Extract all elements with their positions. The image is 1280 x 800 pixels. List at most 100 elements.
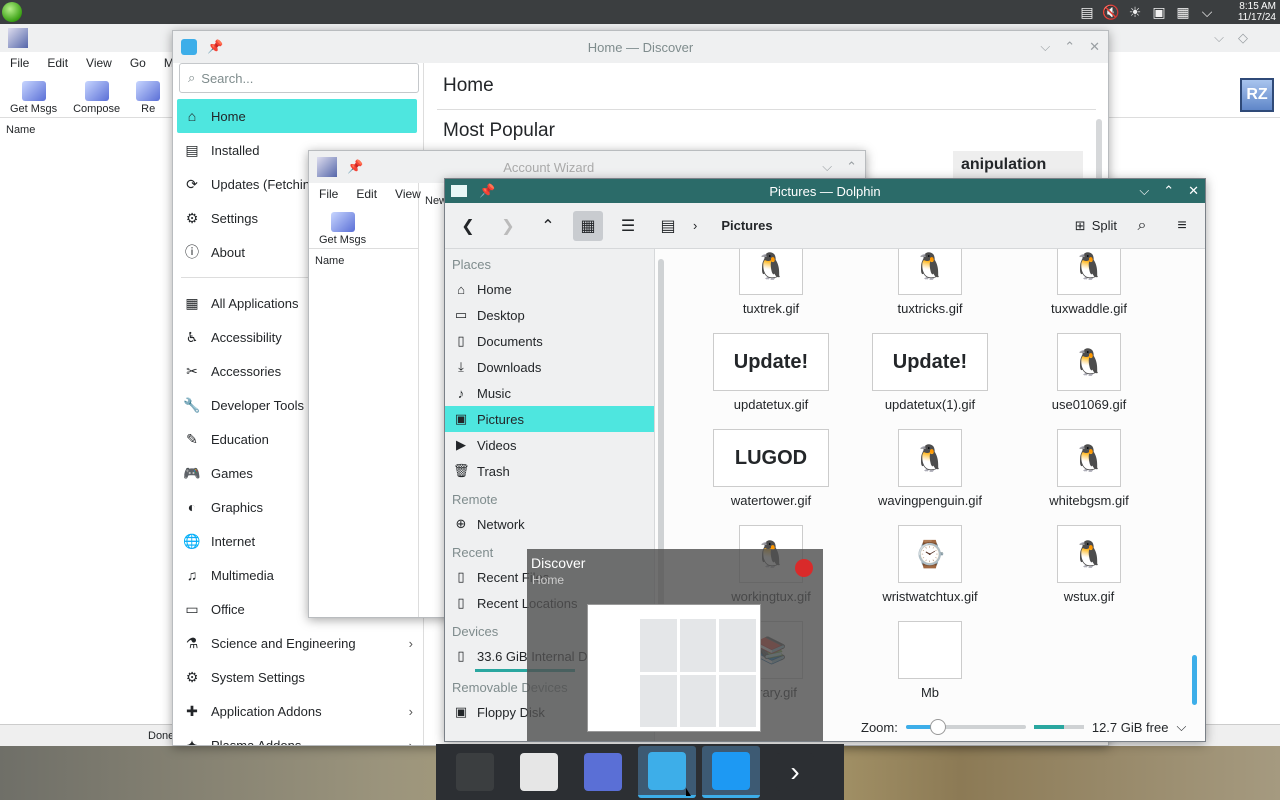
mouse-cursor <box>686 788 691 796</box>
search-button[interactable]: ⌕ <box>1127 211 1157 241</box>
dolphin-task[interactable] <box>702 746 760 798</box>
system-settings-task[interactable] <box>446 746 504 798</box>
file-name: use01069.gif <box>1051 397 1127 412</box>
graphics-icon: ◐ <box>187 499 197 515</box>
dolphin-titlebar[interactable]: 📌 Pictures — Dolphin ⌵ ⌃ ✕ <box>445 179 1205 203</box>
pin-icon[interactable]: 📌 <box>207 39 223 55</box>
icons-view-button[interactable]: ▦ <box>573 210 603 241</box>
place-music[interactable]: ♪ Music <box>445 380 654 406</box>
back-button[interactable]: ❮ <box>453 211 483 241</box>
up-button[interactable]: ⌃ <box>533 211 563 241</box>
folder-column-header[interactable]: Name <box>309 249 418 273</box>
seamonkey-mail-task[interactable] <box>574 746 632 798</box>
split-button[interactable]: ⊞ Split <box>1075 218 1117 234</box>
menu-view[interactable]: View <box>86 56 112 70</box>
seamonkey-mail-icon <box>584 753 622 791</box>
file-name: updatetux(1).gif <box>884 397 976 412</box>
expand-tray-icon[interactable]: ⌵ <box>1198 3 1216 21</box>
maximize-button[interactable]: ⌃ <box>1064 39 1075 55</box>
get-msgs-button[interactable]: Get Msgs <box>319 212 366 246</box>
minimize-button[interactable]: ⌵ <box>1214 30 1224 46</box>
file-item[interactable]: 🐧 wstux.gif <box>1009 525 1169 604</box>
place-pictures[interactable]: ▣ Pictures <box>445 406 654 432</box>
maximize-button[interactable]: ⌃ <box>846 159 857 175</box>
maximize-button[interactable]: ◇ <box>1238 30 1248 46</box>
file-item[interactable]: 🐧 tuxtrek.gif <box>691 249 851 316</box>
get-mail-icon <box>21 81 46 101</box>
mail2-left-pane: File Edit View Get Msgs Name <box>309 183 421 617</box>
details-view-button[interactable]: ▤ <box>653 211 683 241</box>
close-button[interactable]: ✕ <box>1089 39 1100 55</box>
file-item[interactable]: Mb <box>850 621 1010 700</box>
file-item[interactable]: 🐧 tuxwaddle.gif <box>1009 249 1169 316</box>
get-msgs-button[interactable]: Get Msgs <box>10 81 57 115</box>
mail2-menubar: File Edit View <box>309 183 421 205</box>
file-item[interactable]: 🐧 tuxtricks.gif <box>850 249 1010 316</box>
application-launcher-icon[interactable] <box>2 2 22 22</box>
brightness-icon[interactable]: ☀ <box>1126 3 1144 21</box>
category-science-and-engineering[interactable]: ⚗ Science and Engineering › <box>173 626 423 660</box>
menu-view[interactable]: View <box>395 187 421 201</box>
close-button[interactable]: ✕ <box>1188 183 1199 199</box>
menu-file[interactable]: File <box>10 56 29 70</box>
more-tasks-arrow[interactable]: › <box>766 746 824 798</box>
place-desktop[interactable]: ▭ Desktop <box>445 302 654 328</box>
category-label: Accessories <box>211 363 282 379</box>
category-plasma-addons[interactable]: ✦ Plasma Addons › <box>173 728 423 746</box>
zoom-slider[interactable] <box>905 719 1026 735</box>
forward-button[interactable]: ❯ <box>493 211 523 241</box>
status-text: Done <box>148 729 175 742</box>
place-trash[interactable]: 🗑 Trash <box>445 458 654 484</box>
category-system-settings[interactable]: ⚙ System Settings <box>173 660 423 694</box>
file-item[interactable]: 🐧 wavingpenguin.gif <box>850 429 1010 508</box>
plasma-icon: ✦ <box>186 736 198 746</box>
maximize-button[interactable]: ⌃ <box>1163 183 1174 199</box>
file-item[interactable]: LUGOD watertower.gif <box>691 429 851 508</box>
place-downloads[interactable]: ⤓ Downloads <box>445 354 654 380</box>
file-item[interactable]: 🐧 whitebgsm.gif <box>1009 429 1169 508</box>
place-network[interactable]: ⊕ Network <box>445 511 654 537</box>
free-space-dropdown-icon[interactable]: ⌵ <box>1176 719 1186 735</box>
behind-window-title: Account Wizard <box>503 159 595 175</box>
place-label: Videos <box>477 437 517 453</box>
file-item[interactable]: 🐧 use01069.gif <box>1009 333 1169 412</box>
compact-view-button[interactable]: ☰ <box>613 211 643 241</box>
clipboard-icon[interactable]: ▤ <box>1078 3 1096 21</box>
minimize-button[interactable]: ⌵ <box>822 159 832 175</box>
minimize-button[interactable]: ⌵ <box>1139 183 1149 199</box>
menu-file[interactable]: File <box>319 187 338 201</box>
file-item[interactable]: ⌚ wristwatchtux.gif <box>850 525 1010 604</box>
place-videos[interactable]: ▶ Videos <box>445 432 654 458</box>
text-editor-task[interactable] <box>510 746 568 798</box>
digital-clock[interactable]: 8:15 AM 11/17/24 <box>1238 1 1276 23</box>
compose-label: Compose <box>73 103 121 115</box>
place-documents[interactable]: ▯ Documents <box>445 328 654 354</box>
pin-icon[interactable]: 📌 <box>347 159 363 175</box>
volume-muted-icon[interactable]: 🔇 <box>1102 3 1120 21</box>
place-home[interactable]: ⌂ Home <box>445 276 654 302</box>
zoom-slider-handle[interactable] <box>930 719 947 735</box>
window-thumbnail[interactable] <box>587 604 761 732</box>
pictures-icon: ▣ <box>454 411 468 426</box>
file-item[interactable]: Update! updatetux(1).gif <box>850 333 1010 412</box>
menu-edit[interactable]: Edit <box>47 56 68 70</box>
file-view-scrollbar[interactable] <box>1192 655 1197 705</box>
app-card-partial[interactable]: anipulation <box>953 151 1083 181</box>
sidebar-item-home[interactable]: ⌂ Home <box>177 99 417 133</box>
hamburger-menu-icon[interactable]: ≡ <box>1167 211 1197 241</box>
minimize-button[interactable]: ⌵ <box>1040 39 1050 55</box>
network-icon[interactable]: ▦ <box>1174 3 1192 21</box>
reply-button[interactable]: Re <box>136 81 161 115</box>
breadcrumb[interactable]: Pictures <box>721 218 772 233</box>
tooltip-close-button[interactable] <box>795 559 813 577</box>
recent-files-icon: ▯ <box>457 569 465 584</box>
discover-titlebar[interactable]: 📌 Home — Discover ⌵ ⌃ ✕ <box>173 31 1108 63</box>
compose-button[interactable]: Compose <box>73 81 120 115</box>
file-item[interactable]: Update! updatetux.gif <box>691 333 851 412</box>
category-application-addons[interactable]: ✚ Application Addons › <box>173 694 423 728</box>
menu-edit[interactable]: Edit <box>356 187 377 201</box>
menu-go[interactable]: Go <box>130 56 146 70</box>
save-icon[interactable]: ▣ <box>1150 3 1168 21</box>
file-name: watertower.gif <box>730 493 812 508</box>
search-field[interactable]: ⌕ Search... <box>179 63 419 93</box>
